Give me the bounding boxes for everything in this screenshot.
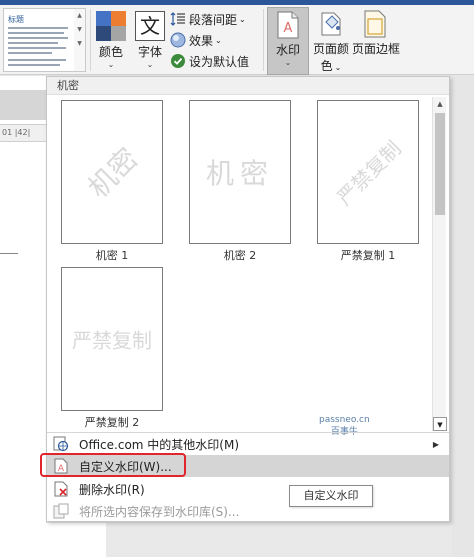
office-watermark-icon — [53, 436, 69, 452]
watermark-option-do-not-copy-1[interactable]: 严禁复制 — [317, 100, 419, 244]
paragraph-spacing-label: 段落间距 — [189, 12, 238, 27]
remove-watermark-icon — [53, 481, 69, 497]
more-watermarks-label: Office.com 中的其他水印(M) — [79, 437, 240, 452]
horizontal-ruler: 01 |42| — [0, 124, 46, 142]
watermark-option-do-not-copy-2[interactable]: 严禁复制 — [61, 267, 163, 411]
chevron-down-icon: ⌄ — [284, 58, 292, 67]
effects-icon — [170, 32, 186, 48]
watermark-option-label: 严禁复制 2 — [84, 416, 140, 429]
fonts-label: 字体 — [137, 45, 162, 59]
checkmark-icon — [170, 53, 186, 69]
scroll-up-icon[interactable]: ▲ — [74, 9, 85, 23]
page-borders-label: 页面边框 — [352, 42, 401, 56]
watermark-preview-text: 机密 — [81, 141, 145, 205]
page-color-label-line2: 色 — [320, 59, 333, 73]
watermark-preview-text: 严禁复制 — [332, 136, 406, 210]
page-color-icon — [319, 10, 343, 38]
page-borders-button[interactable]: 页面边框 — [352, 9, 401, 75]
watermark-option-label: 机密 1 — [95, 249, 129, 262]
document-area — [0, 76, 46, 557]
ribbon-divider — [90, 9, 91, 71]
remove-watermark-menu-item[interactable]: 删除水印(R) — [47, 478, 449, 500]
chevron-down-icon: ⌄ — [146, 60, 154, 69]
scrollbar-thumb[interactable] — [435, 113, 445, 215]
paragraph-spacing-button[interactable]: 段落间距 ⌄ — [170, 9, 246, 29]
chevron-down-icon: ⌄ — [239, 14, 246, 24]
tooltip: 自定义水印 — [289, 485, 373, 507]
preview-line — [8, 37, 68, 39]
preview-line — [8, 59, 66, 61]
colors-button[interactable]: 颜色 ⌄ — [93, 9, 129, 73]
document-bottom — [46, 523, 106, 557]
brand-domain: passneo.cn — [319, 415, 370, 425]
chevron-down-icon: ⌄ — [334, 63, 342, 72]
gallery-category-header: 机密 — [47, 77, 449, 95]
font-glyph-icon: 文 — [135, 11, 165, 41]
watermark-label: 水印 — [275, 43, 300, 57]
word-window: 标题 ▲ ▼ ▼ 颜色 ⌄ 文 字体 ⌄ 段落间距 ⌄ 效果 ⌄ 设为默认值 A… — [0, 0, 474, 557]
preview-line — [8, 32, 64, 34]
watermark-preview-text: 机密 — [205, 157, 275, 190]
save-to-gallery-label: 将所选内容保存到水印库(S)... — [79, 504, 240, 519]
save-to-gallery-menu-item[interactable]: 将所选内容保存到水印库(S)... — [47, 500, 449, 522]
ribbon-divider — [263, 9, 264, 71]
watermark-option-confidential-1[interactable]: 机密 — [61, 100, 163, 244]
preview-line — [8, 27, 68, 29]
colors-label: 颜色 — [98, 45, 123, 59]
document-text-line — [0, 253, 18, 254]
page-borders-icon — [364, 10, 386, 38]
preview-line — [8, 47, 66, 49]
design-ribbon: 标题 ▲ ▼ ▼ 颜色 ⌄ 文 字体 ⌄ 段落间距 ⌄ 效果 ⌄ 设为默认值 A… — [0, 5, 474, 75]
watermark-icon: A — [277, 11, 299, 39]
watermark-option-label: 严禁复制 1 — [340, 249, 396, 262]
preview-line — [8, 42, 58, 44]
chevron-down-icon: ⌄ — [215, 35, 222, 45]
submenu-arrow-icon: ▶ — [432, 439, 439, 449]
svg-text:A: A — [284, 21, 293, 36]
more-watermarks-menu-item[interactable]: Office.com 中的其他水印(M) ▶ — [47, 433, 449, 455]
document-gray-band — [0, 90, 46, 120]
more-icon[interactable]: ▼ — [74, 37, 85, 51]
preview-line — [8, 64, 60, 66]
preview-line — [8, 52, 52, 54]
window-right-strip — [452, 76, 474, 557]
paragraph-spacing-icon — [170, 11, 186, 27]
gallery-scrollbar[interactable]: ▲ ▼ — [432, 97, 447, 431]
set-as-default-label: 设为默认值 — [189, 54, 250, 69]
set-as-default-button[interactable]: 设为默认值 — [170, 51, 249, 71]
style-gallery-scroll[interactable]: ▲ ▼ ▼ — [74, 8, 86, 72]
page-color-label: 页面颜 — [312, 42, 349, 56]
watermark-preview-text: 严禁复制 — [72, 328, 152, 353]
save-selection-icon — [53, 503, 69, 519]
fonts-button[interactable]: 文 字体 ⌄ — [132, 9, 168, 73]
scroll-up-icon[interactable]: ▲ — [433, 97, 447, 111]
watermark-option-label: 机密 2 — [223, 249, 257, 262]
highlight-annotation-box — [40, 453, 186, 477]
chevron-down-icon: ⌄ — [107, 60, 115, 69]
watermark-option-confidential-2[interactable]: 机密 — [189, 100, 291, 244]
window-bottom-strip — [46, 523, 452, 557]
style-set-preview[interactable]: 标题 — [3, 8, 75, 72]
page-color-label-2: 色 ⌄ — [310, 57, 352, 74]
effects-label: 效果 — [189, 33, 214, 48]
scroll-down-icon[interactable]: ▼ — [433, 417, 447, 431]
style-preview-title: 标题 — [8, 15, 24, 24]
scroll-down-icon[interactable]: ▼ — [74, 23, 85, 37]
effects-button[interactable]: 效果 ⌄ — [170, 30, 222, 50]
watermark-button[interactable]: A 水印 ⌄ — [267, 7, 309, 75]
page-color-button[interactable]: 页面颜 色 ⌄ — [310, 9, 352, 75]
remove-watermark-label: 删除水印(R) — [79, 482, 145, 497]
color-palette-icon — [96, 11, 126, 41]
